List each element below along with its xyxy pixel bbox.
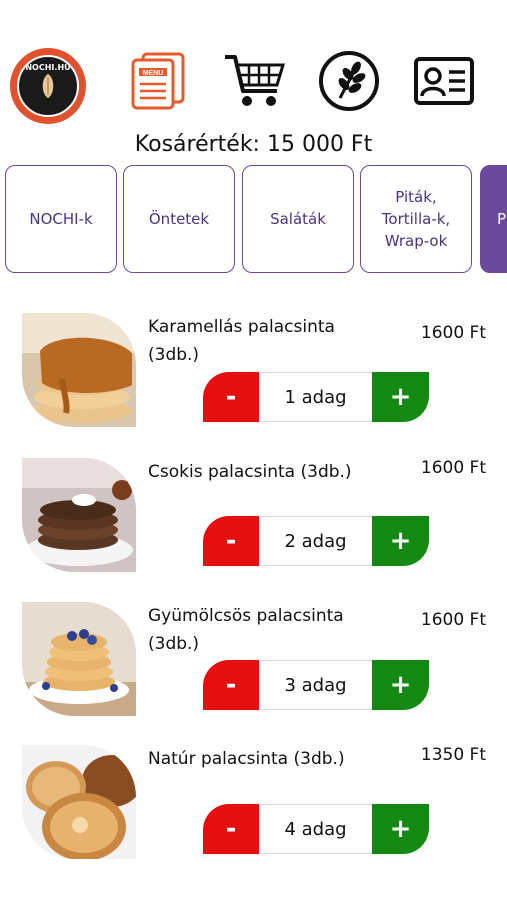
tab-label: NOCHI-k [29,210,93,228]
increase-button[interactable]: + [372,372,429,422]
quantity-value: 4 adag [259,804,372,854]
list-item: Gyümölcsös palacsinta (3db.) 1600 Ft - 3… [0,602,507,722]
list-item: Karamellás palacsinta (3db.) 1600 Ft - 1… [0,313,507,433]
quantity-stepper: - 4 adag + [203,804,429,854]
quantity-value: 3 adag [259,660,372,710]
cart-value: Kosárérték: 15 000 Ft [134,132,373,157]
category-tabs: NOCHI-k Öntetek Saláták Piták, Tortilla-… [0,165,507,275]
tab-ontetek[interactable]: Öntetek [123,165,235,273]
quantity-stepper: - 2 adag + [203,516,429,566]
tab-label: Öntetek [148,210,210,228]
nochi-roll-icon [42,74,54,98]
cart-icon[interactable] [222,46,288,116]
top-bar: NOCHI.HU MENU [0,46,507,124]
product-name: Karamellás palacsinta (3db.) [148,317,335,365]
wheat-icon[interactable] [317,46,381,116]
tab-label: Saláták [270,210,326,228]
tab-pitak[interactable]: Piták, Tortilla-k, Wrap-ok [360,165,472,273]
increase-button[interactable]: + [372,660,429,710]
quantity-value: 1 adag [259,372,372,422]
quantity-stepper: - 1 adag + [203,372,429,422]
decrease-button[interactable]: - [203,660,259,710]
tab-nochi[interactable]: NOCHI-k [5,165,117,273]
increase-button[interactable]: + [372,516,429,566]
product-name: Natúr palacsinta (3db.) [148,749,345,769]
tab-salatak[interactable]: Saláták [242,165,354,273]
product-image [22,458,136,572]
tab-label: Piták, Tortilla-k, Wrap-ok [381,188,451,250]
nochi-logo[interactable]: NOCHI.HU [10,48,86,124]
product-price: 1600 Ft [420,610,486,630]
logo-badge: NOCHI.HU [17,55,79,117]
increase-button[interactable]: + [372,804,429,854]
product-price: 1600 Ft [420,323,486,343]
profile-card-icon[interactable] [412,46,476,116]
decrease-button[interactable]: - [203,804,259,854]
tab-label: P [497,210,507,228]
product-price: 1350 Ft [420,745,486,765]
logo-text: NOCHI.HU [25,63,71,72]
decrease-button[interactable]: - [203,372,259,422]
product-name: Gyümölcsös palacsinta (3db.) [148,606,344,654]
list-item: Csokis palacsinta (3db.) 1600 Ft - 2 ada… [0,458,507,578]
tab-more[interactable]: P [480,165,507,273]
product-image [22,745,136,859]
svg-text:MENU: MENU [143,70,164,77]
quantity-value: 2 adag [259,516,372,566]
quantity-stepper: - 3 adag + [203,660,429,710]
product-price: 1600 Ft [420,458,486,478]
product-name: Csokis palacsinta (3db.) [148,462,352,482]
decrease-button[interactable]: - [203,516,259,566]
list-item: Natúr palacsinta (3db.) 1350 Ft - 4 adag… [0,745,507,865]
menu-icon[interactable]: MENU [128,46,190,116]
product-image [22,313,136,427]
product-image [22,602,136,716]
